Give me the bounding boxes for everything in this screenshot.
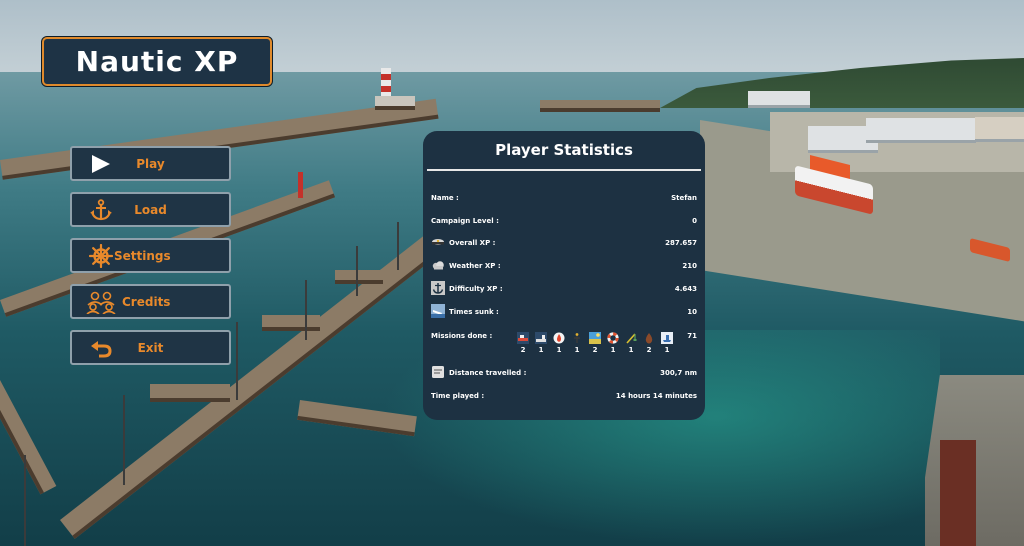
stat-label: Weather XP : [449, 262, 501, 270]
stat-label: Overall XP : [449, 239, 496, 247]
building [748, 91, 810, 108]
stat-value: 14 hours 14 minutes [615, 392, 697, 400]
floating-dock [262, 315, 320, 331]
mission-count: 1 [574, 346, 580, 354]
stat-label: Campaign Level : [431, 217, 499, 225]
lamp-post [123, 395, 125, 485]
mission-crane-icon [625, 329, 637, 344]
stat-row-time-played: Time played : 14 hours 14 minutes [431, 388, 697, 404]
missions-breakdown: 2 1 1 1 2 1 1 2 1 [515, 329, 695, 359]
credits-people-icon [84, 291, 118, 314]
mission-ship-icon [661, 329, 673, 344]
exit-button[interactable]: Exit [70, 330, 231, 365]
mission-count: 1 [610, 346, 616, 354]
lighthouse-base [375, 96, 415, 110]
stat-row-overall-xp: Overall XP : 287.657 [431, 235, 697, 251]
lamp-post [305, 280, 307, 340]
stat-value: Stefan [671, 194, 697, 202]
stat-value: 300,7 nm [660, 369, 697, 377]
stat-label: Distance travelled : [449, 369, 527, 377]
stat-label: Name : [431, 194, 459, 202]
logbook-icon [431, 365, 445, 379]
mission-count: 1 [664, 346, 670, 354]
load-label: Load [134, 203, 167, 217]
title-divider [427, 169, 701, 171]
play-button[interactable]: Play [70, 146, 231, 181]
mission-count: 2 [592, 346, 598, 354]
building [866, 118, 976, 143]
floating-dock [335, 270, 383, 284]
building [975, 117, 1024, 142]
lamp-post [236, 322, 238, 400]
stat-row-distance: Distance travelled : 300,7 nm [431, 365, 697, 381]
mission-count: 1 [628, 346, 634, 354]
floating-dock [150, 384, 230, 402]
credits-label: Credits [122, 295, 171, 309]
lamp-post [397, 222, 399, 270]
stat-value: 10 [687, 308, 697, 316]
mission-fire-icon [553, 329, 565, 344]
sinking-ship-icon [431, 304, 445, 318]
settings-button[interactable]: Settings [70, 238, 231, 273]
stat-row-times-sunk: Times sunk : 10 [431, 304, 697, 320]
stat-row-weather-xp: Weather XP : 210 [431, 258, 697, 274]
stat-value: 4.643 [674, 285, 697, 293]
stat-row-difficulty-xp: Difficulty XP : 4.643 [431, 281, 697, 297]
stat-value: 210 [682, 262, 697, 270]
mission-cargo-icon [517, 329, 529, 344]
stat-label: Time played : [431, 392, 485, 400]
stat-label: Difficulty XP : [449, 285, 503, 293]
ship-wheel-icon [88, 244, 114, 268]
stat-row-campaign: Campaign Level : 0 [431, 213, 697, 229]
mooring-post [940, 440, 976, 546]
panel-title: Player Statistics [495, 141, 633, 159]
captain-hat-icon [431, 235, 445, 249]
stat-value: 0 [692, 217, 697, 225]
logo-text: Nautic XP [75, 45, 239, 78]
stat-value: 287.657 [665, 239, 697, 247]
mission-count: 1 [538, 346, 544, 354]
mission-coast-icon [589, 329, 601, 344]
lighthouse [381, 68, 391, 98]
cloud-icon [431, 258, 445, 272]
mission-tug-icon [535, 329, 547, 344]
lamp-post [24, 455, 26, 546]
mission-count: 1 [556, 346, 562, 354]
stat-label: Missions done : [431, 332, 493, 340]
load-button[interactable]: Load [70, 192, 231, 227]
anchor-icon [431, 281, 445, 295]
exit-label: Exit [137, 341, 164, 355]
credits-button[interactable]: Credits [70, 284, 231, 319]
stat-label: Times sunk : [449, 308, 499, 316]
mission-count: 2 [520, 346, 526, 354]
mission-oil-spill-icon [643, 329, 655, 344]
far-pier [540, 100, 660, 112]
lamp-post [356, 246, 358, 296]
game-logo: Nautic XP [42, 37, 272, 86]
mission-navigation-icon [571, 329, 583, 343]
mission-count: 2 [646, 346, 652, 354]
stat-row-name: Name : Stefan [431, 190, 697, 206]
beacon [298, 172, 303, 198]
settings-label: Settings [114, 249, 171, 263]
play-label: Play [136, 157, 165, 171]
mission-lifebuoy-icon [607, 329, 619, 344]
player-statistics-panel: Player Statistics Name : Stefan Campaign… [423, 131, 705, 420]
